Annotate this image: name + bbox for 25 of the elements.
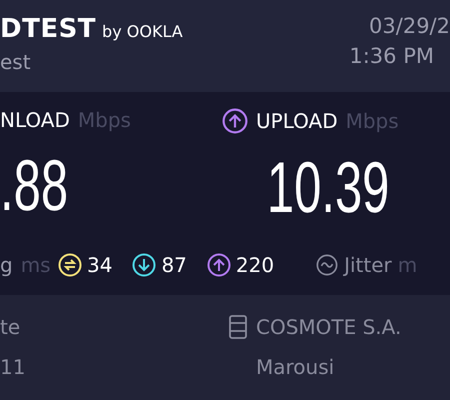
upload-icon xyxy=(222,108,248,134)
result-label: NLOAD xyxy=(0,108,70,132)
server-location: Marousi xyxy=(256,355,334,379)
brand-suffix: by OOKLA xyxy=(102,22,183,41)
result-label: UPLOAD xyxy=(256,109,338,133)
ping-value: 34 xyxy=(87,253,112,277)
connection-text: te xyxy=(0,315,20,339)
test-time: 1:36 PM xyxy=(349,44,434,68)
test-date: 03/29/2 xyxy=(369,14,450,38)
unit-label: Mbps xyxy=(78,108,131,132)
unit-label: m xyxy=(398,253,418,277)
jitter-label: Jitter xyxy=(344,253,392,277)
brand-logo: DTEST xyxy=(0,14,96,44)
ping-value: 87 xyxy=(161,253,187,277)
jitter-icon xyxy=(316,254,338,276)
ping-value: 220 xyxy=(236,253,274,277)
ping-label: g xyxy=(0,253,13,277)
subtitle: est xyxy=(0,50,31,74)
speed-value: 10.39 xyxy=(266,152,390,224)
unit-label: ms xyxy=(20,253,51,277)
unit-label: Mbps xyxy=(346,109,399,133)
provider-name: COSMOTE S.A. xyxy=(256,315,402,339)
server-icon xyxy=(228,315,248,339)
speed-value: .88 xyxy=(0,150,68,222)
connection-text: 11 xyxy=(0,355,26,379)
